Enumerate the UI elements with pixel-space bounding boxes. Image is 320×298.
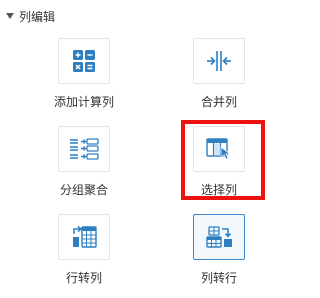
caret-down-icon (6, 13, 14, 19)
tile-label: 添加计算列 (53, 95, 114, 109)
calculator-icon (73, 50, 95, 72)
tile-label: 选择列 (200, 183, 237, 197)
merge-columns-icon (207, 51, 231, 71)
add-calculated-column-button[interactable]: 添加计算列 (29, 38, 139, 110)
column-to-row-icon (206, 226, 232, 248)
merge-columns-button[interactable]: 合并列 (164, 38, 274, 110)
row-to-column-icon (73, 225, 97, 248)
row-to-column-button[interactable]: 行转列 (29, 214, 139, 286)
group-aggregate-icon (70, 138, 99, 160)
group-aggregate-button[interactable]: 分组聚合 (29, 126, 139, 198)
tile-label: 行转列 (65, 271, 102, 285)
column-to-row-button[interactable]: 列转行 (164, 214, 274, 286)
select-columns-icon (206, 138, 232, 160)
section-title: 列编辑 (19, 9, 56, 24)
tile-label: 分组聚合 (59, 183, 108, 197)
section-header-column-edit[interactable]: 列编辑 (6, 6, 55, 26)
select-columns-button[interactable]: 选择列 (164, 126, 274, 198)
tile-label: 合并列 (200, 95, 237, 109)
tile-label: 列转行 (200, 271, 237, 285)
